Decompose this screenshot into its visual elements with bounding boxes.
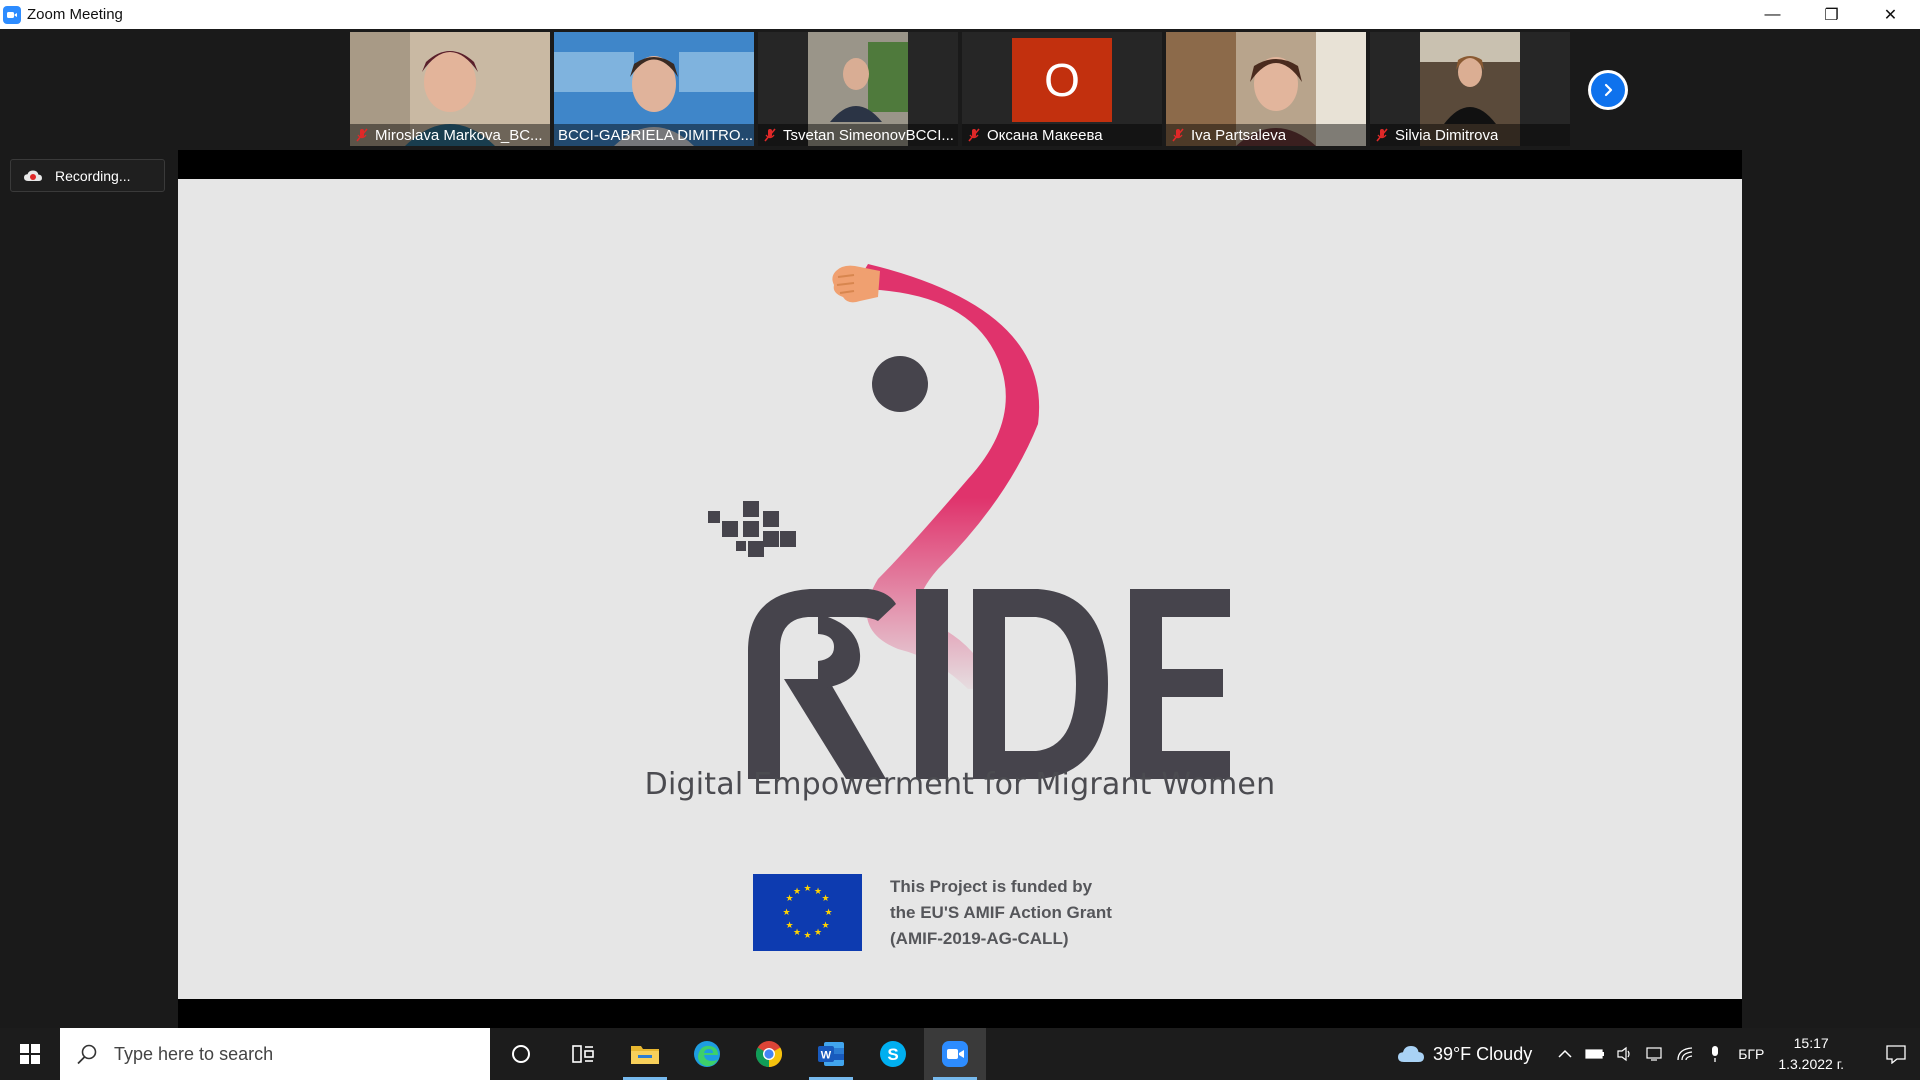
participant-strip: Miroslava Markova_BC... BCCI-GABRIELA DI… bbox=[350, 32, 1570, 146]
taskbar-app-skype[interactable]: S bbox=[862, 1028, 924, 1080]
svg-text:★: ★ bbox=[782, 908, 790, 918]
search-placeholder: Type here to search bbox=[114, 1043, 274, 1064]
next-page-button[interactable] bbox=[1588, 70, 1628, 110]
meet-now-button[interactable] bbox=[1640, 1028, 1670, 1080]
cortana-icon bbox=[512, 1045, 530, 1063]
taskbar-app-file-explorer[interactable] bbox=[614, 1028, 676, 1080]
funding-line: (AMIF-2019-AG-CALL) bbox=[890, 929, 1069, 948]
edge-icon bbox=[694, 1041, 720, 1067]
windows-logo-icon bbox=[20, 1044, 40, 1064]
cortana-button[interactable] bbox=[490, 1028, 552, 1080]
battery-icon bbox=[1585, 1049, 1605, 1059]
speaker-icon bbox=[1617, 1046, 1630, 1062]
task-view-icon bbox=[572, 1045, 594, 1063]
funding-line: the EU'S AMIF Action Grant bbox=[890, 903, 1112, 922]
monitor-icon bbox=[1646, 1047, 1662, 1061]
meeting-area: Miroslava Markova_BC... BCCI-GABRIELA DI… bbox=[0, 29, 1920, 1029]
ride-logo bbox=[708, 264, 1230, 779]
word-icon: W bbox=[818, 1042, 844, 1066]
participant-tile[interactable]: Iva Partsaleva bbox=[1166, 32, 1366, 146]
microphone-status[interactable] bbox=[1700, 1028, 1730, 1080]
participant-avatar: O bbox=[1012, 38, 1112, 122]
clock-date: 1.3.2022 г. bbox=[1778, 1056, 1844, 1072]
presentation-slide: Digital Empowerment for Migrant Women ★ … bbox=[178, 179, 1742, 999]
svg-text:★: ★ bbox=[814, 928, 822, 938]
battery-status[interactable] bbox=[1580, 1028, 1610, 1080]
action-center-button[interactable] bbox=[1872, 1028, 1920, 1080]
participant-tile-active-speaker[interactable]: BCCI-GABRIELA DIMITRO... bbox=[554, 32, 754, 146]
recording-label: Recording... bbox=[55, 167, 131, 184]
chevron-up-icon bbox=[1558, 1049, 1572, 1058]
svg-text:★: ★ bbox=[803, 931, 811, 941]
wifi-icon bbox=[1677, 1047, 1693, 1061]
zoom-logo-icon bbox=[3, 5, 21, 24]
screen-share-view: Digital Empowerment for Migrant Women ★ … bbox=[178, 150, 1742, 1029]
participant-tile[interactable]: Tsvetan SimeonovBCCI... bbox=[758, 32, 958, 146]
taskbar-app-edge[interactable] bbox=[676, 1028, 738, 1080]
eu-flag: ★ ★ ★ ★ ★ ★ ★ ★ ★ ★ ★ ★ bbox=[753, 874, 862, 951]
svg-text:★: ★ bbox=[793, 887, 801, 897]
taskbar-clock[interactable]: 15:17 1.3.2022 г. bbox=[1778, 1033, 1844, 1075]
window-controls: — ❐ ✕ bbox=[1743, 0, 1920, 29]
cloudy-weather-icon bbox=[1397, 1046, 1424, 1062]
muted-mic-icon bbox=[1376, 128, 1388, 142]
windows-taskbar: Type here to search W S 39°F Cloudy БГР … bbox=[0, 1028, 1920, 1080]
system-tray: 39°F Cloudy БГР 15:17 1.3.2022 г. bbox=[1397, 1028, 1920, 1080]
muted-mic-icon bbox=[764, 128, 776, 142]
input-language[interactable]: БГР bbox=[1738, 1046, 1764, 1062]
taskbar-search-box[interactable]: Type here to search bbox=[60, 1028, 490, 1080]
minimize-button[interactable]: — bbox=[1743, 0, 1802, 29]
svg-text:★: ★ bbox=[821, 894, 829, 904]
microphone-icon bbox=[1712, 1046, 1719, 1062]
muted-mic-icon bbox=[1172, 128, 1184, 142]
show-hidden-icons-button[interactable] bbox=[1550, 1028, 1580, 1080]
clock-time: 15:17 bbox=[1793, 1035, 1829, 1051]
recording-indicator[interactable]: Recording... bbox=[10, 159, 165, 192]
funding-line: This Project is funded by bbox=[890, 877, 1093, 896]
taskbar-app-chrome[interactable] bbox=[738, 1028, 800, 1080]
close-button[interactable]: ✕ bbox=[1861, 0, 1920, 29]
skype-icon: S bbox=[880, 1041, 906, 1067]
svg-text:★: ★ bbox=[821, 921, 829, 931]
participant-name: Tsvetan SimeonovBCCI... bbox=[783, 126, 954, 144]
participant-name: Оксана Макеева bbox=[987, 126, 1103, 144]
participant-tile[interactable]: Silvia Dimitrova bbox=[1370, 32, 1570, 146]
svg-text:S: S bbox=[887, 1045, 898, 1064]
notification-icon bbox=[1886, 1045, 1906, 1064]
cloud-recording-icon bbox=[24, 170, 42, 181]
network-status[interactable] bbox=[1670, 1028, 1700, 1080]
restore-button[interactable]: ❐ bbox=[1802, 0, 1861, 29]
window-title: Zoom Meeting bbox=[27, 6, 123, 23]
task-view-button[interactable] bbox=[552, 1028, 614, 1080]
file-explorer-icon bbox=[631, 1046, 659, 1064]
svg-text:★: ★ bbox=[785, 921, 793, 931]
svg-text:W: W bbox=[821, 1050, 832, 1062]
taskbar-app-word[interactable]: W bbox=[800, 1028, 862, 1080]
slide-tagline: Digital Empowerment for Migrant Women bbox=[644, 767, 1276, 802]
funding-statement: This Project is funded by the EU'S AMIF … bbox=[890, 874, 1112, 952]
muted-mic-icon bbox=[356, 128, 368, 142]
svg-text:★: ★ bbox=[793, 928, 801, 938]
search-icon bbox=[77, 1044, 97, 1065]
svg-text:★: ★ bbox=[824, 908, 832, 918]
participant-name: Miroslava Markova_BC... bbox=[375, 126, 543, 144]
participant-name: Silvia Dimitrova bbox=[1395, 126, 1499, 144]
participant-name: BCCI-GABRIELA DIMITRO... bbox=[558, 126, 754, 144]
volume-control[interactable] bbox=[1610, 1028, 1640, 1080]
chrome-icon bbox=[755, 1041, 783, 1068]
chevron-right-icon bbox=[1591, 73, 1625, 107]
windows-start-button[interactable] bbox=[0, 1028, 60, 1080]
svg-text:★: ★ bbox=[803, 884, 811, 894]
title-bar: Zoom Meeting — ❐ ✕ bbox=[0, 0, 1920, 29]
participant-tile[interactable]: O Оксана Макеева bbox=[962, 32, 1162, 146]
participant-name: Iva Partsaleva bbox=[1191, 126, 1287, 144]
taskbar-app-zoom[interactable] bbox=[924, 1028, 986, 1080]
muted-mic-icon bbox=[968, 128, 980, 142]
weather-text: 39°F Cloudy bbox=[1432, 1043, 1533, 1064]
weather-widget[interactable]: 39°F Cloudy bbox=[1397, 1044, 1532, 1065]
participant-tile[interactable]: Miroslava Markova_BC... bbox=[350, 32, 550, 146]
zoom-icon bbox=[942, 1041, 968, 1067]
fist-icon bbox=[832, 265, 880, 303]
